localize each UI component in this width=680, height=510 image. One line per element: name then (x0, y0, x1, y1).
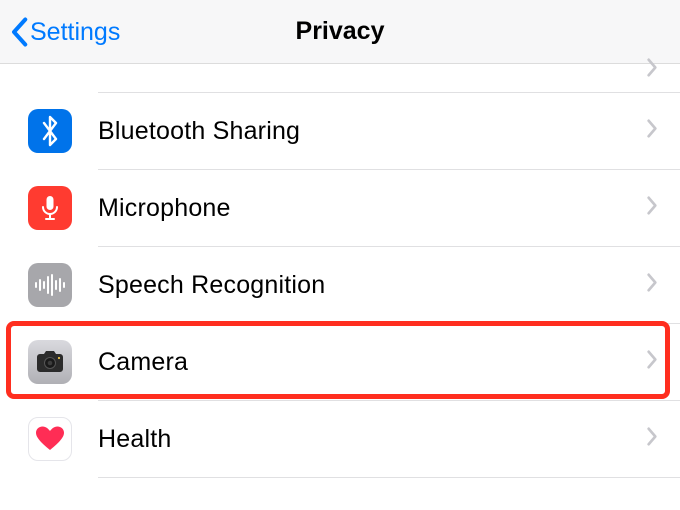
list-row-microphone[interactable]: Microphone (0, 170, 680, 246)
chevron-right-icon (646, 58, 658, 83)
list-row-partial-bottom[interactable] (0, 478, 680, 510)
microphone-icon (28, 186, 72, 230)
list-row-speech-recognition[interactable]: Speech Recognition (0, 247, 680, 323)
camera-icon (28, 340, 72, 384)
chevron-right-icon (646, 119, 658, 144)
list-row-label: Health (98, 425, 171, 454)
navigation-bar: Settings Privacy (0, 0, 680, 64)
chevron-left-icon (10, 17, 28, 47)
list-row-label: Speech Recognition (98, 271, 325, 300)
back-label: Settings (30, 18, 120, 47)
list-row-label: Camera (98, 348, 188, 377)
privacy-list: Bluetooth Sharing Microphone (0, 66, 680, 510)
heart-icon (28, 417, 72, 461)
back-button[interactable]: Settings (10, 0, 120, 64)
chevron-right-icon (646, 196, 658, 221)
list-row-label: Microphone (98, 194, 231, 223)
list-row-bluetooth-sharing[interactable]: Bluetooth Sharing (0, 93, 680, 169)
chevron-right-icon (646, 350, 658, 375)
waveform-icon (28, 263, 72, 307)
list-row-label: Bluetooth Sharing (98, 117, 300, 146)
list-row-health[interactable]: Health (0, 401, 680, 477)
list-row-partial-top[interactable] (0, 66, 680, 92)
bluetooth-icon (28, 109, 72, 153)
chevron-right-icon (646, 273, 658, 298)
chevron-right-icon (646, 427, 658, 452)
list-row-camera[interactable]: Camera (0, 324, 680, 400)
